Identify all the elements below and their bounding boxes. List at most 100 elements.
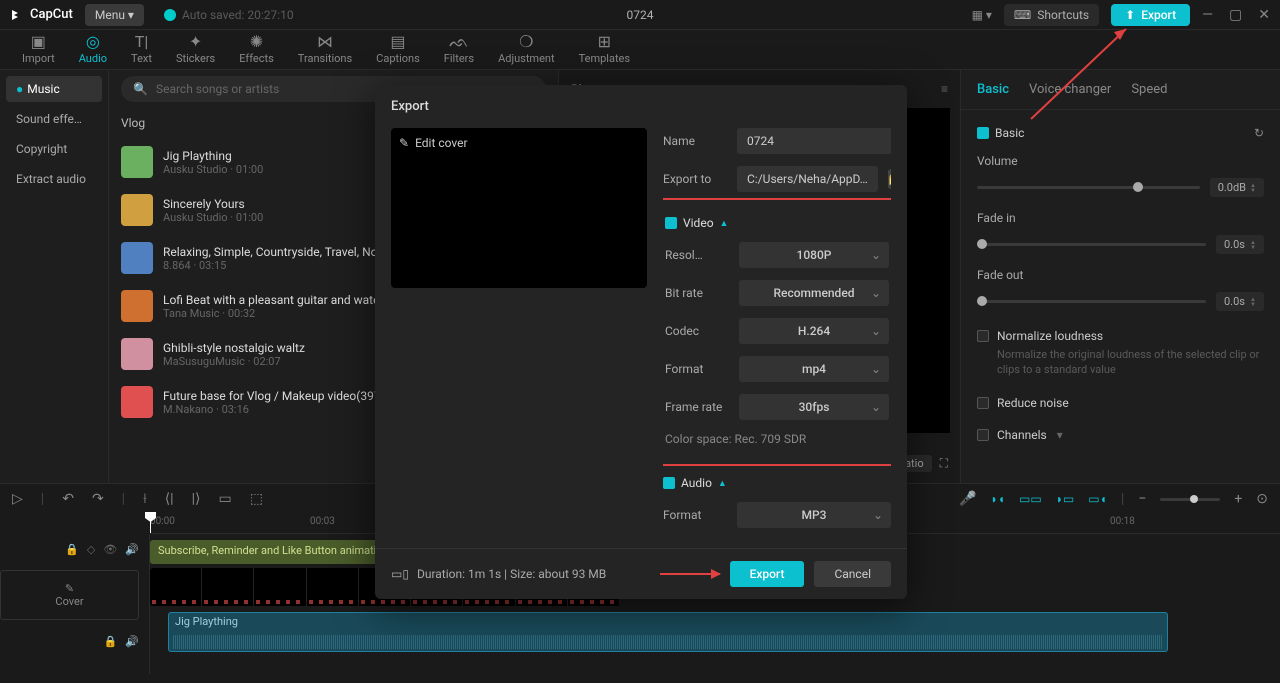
bitrate-dropdown[interactable]: Recommended [739, 280, 889, 306]
sidebar-item-extract-audio[interactable]: Extract audio [6, 166, 102, 192]
framerate-dropdown[interactable]: 30fps [739, 394, 889, 420]
video-settings-highlight: Video ▲ Resol… 1080P Bit rate Recommende… [663, 198, 891, 466]
minimize-icon[interactable]: — [1202, 7, 1213, 23]
sidebar-item-sound-effe-[interactable]: Sound effe… [6, 106, 102, 132]
import-icon: ▣ [31, 34, 46, 50]
speaker-icon[interactable]: 🔊 [125, 543, 139, 556]
chevron-up-icon[interactable]: ▲ [720, 218, 729, 229]
reduce-noise-checkbox[interactable] [977, 397, 989, 409]
fullscreen-icon[interactable]: ⛶ [940, 456, 948, 471]
mute-icon[interactable]: 🔊 [125, 635, 139, 648]
audio-track-controls: 🔒 🔊 [0, 626, 149, 656]
track-icon-2[interactable]: ▭▭ [1019, 492, 1042, 506]
inspector-panel: Basic Voice changer Speed Basic ↻ Volume… [960, 70, 1280, 483]
normalize-checkbox[interactable] [977, 330, 989, 342]
codec-dropdown[interactable]: H.264 [739, 318, 889, 344]
audio-section-label: Audio [681, 476, 712, 490]
export-preview: ✎ Edit cover [391, 128, 647, 288]
fadeout-value[interactable]: 0.0s▲▼ [1216, 292, 1264, 311]
audio-icon: ◎ [86, 34, 100, 50]
audio-checkbox-icon[interactable] [663, 477, 675, 489]
track-icon-1[interactable]: ◗◖ [991, 492, 1006, 506]
undo-icon[interactable]: ↶ [62, 491, 74, 507]
templates-icon: ⊞ [598, 34, 611, 50]
tool-filters[interactable]: ᨒFilters [432, 34, 486, 65]
trim-left-icon[interactable]: ⟨| [165, 491, 174, 507]
split-icon[interactable]: ⟊ [143, 491, 147, 507]
colorspace-info: Color space: Rec. 709 SDR [665, 432, 889, 446]
name-input[interactable] [737, 128, 891, 154]
sidebar-item-music[interactable]: ●Music [6, 76, 102, 102]
dialog-title: Export [375, 85, 907, 128]
folder-icon[interactable]: 📁 [888, 169, 891, 189]
chevron-up-icon[interactable]: ▲ [718, 478, 727, 489]
reset-icon[interactable]: ↻ [1254, 126, 1264, 140]
zoom-out-icon[interactable]: − [1138, 491, 1146, 507]
shortcuts-button[interactable]: ⌨ Shortcuts [1004, 4, 1099, 26]
zoom-fit-icon[interactable]: ⊙ [1256, 491, 1268, 507]
channels-checkbox[interactable] [977, 429, 989, 441]
tool-effects[interactable]: ✺Effects [227, 34, 286, 65]
menu-button[interactable]: Menu ▾ [85, 4, 144, 26]
zoom-slider[interactable] [1160, 498, 1220, 501]
fadein-value[interactable]: 0.0s▲▼ [1216, 235, 1264, 254]
fadeout-slider[interactable] [977, 300, 1206, 303]
chevron-down-icon[interactable]: ▾ [1057, 428, 1063, 442]
mute-icon[interactable]: 👁 [103, 543, 117, 556]
tool-stickers[interactable]: ✦Stickers [164, 34, 227, 65]
track-labels: 🔒 ◇ 👁 🔊 ✎ Cover 🔒 🔊 [0, 534, 150, 674]
basic-checkbox-icon[interactable] [977, 127, 989, 139]
tool-captions[interactable]: ▤Captions [364, 34, 432, 65]
redo-icon[interactable]: ↷ [92, 491, 104, 507]
transitions-icon: ⋈ [317, 34, 333, 50]
crop-icon[interactable]: ⬚ [250, 491, 263, 507]
cancel-button[interactable]: Cancel [814, 561, 891, 587]
layout-icon[interactable]: ▦ ▾ [972, 8, 992, 22]
track-icon-4[interactable]: ▭◖ [1088, 492, 1107, 506]
edit-cover-button[interactable]: ✎ Edit cover [399, 136, 468, 150]
volume-value[interactable]: 0.0dB▲▼ [1210, 178, 1264, 197]
pencil-icon: ✎ [399, 136, 409, 150]
export-dialog: Export ✎ Edit cover Name Export to C:/Us… [375, 85, 907, 599]
upload-icon: ⬆ [1125, 8, 1135, 22]
track-icon-3[interactable]: ◗▭ [1056, 492, 1075, 506]
zoom-in-icon[interactable]: + [1234, 491, 1242, 507]
cover-label[interactable]: ✎ Cover [0, 570, 139, 620]
tool-import[interactable]: ▣Import [10, 34, 67, 65]
volume-slider[interactable] [977, 186, 1200, 189]
sidebar-item-copyright[interactable]: Copyright [6, 136, 102, 162]
tool-adjustment[interactable]: ❍Adjustment [486, 34, 567, 65]
pointer-tool-icon[interactable]: ▷ [12, 491, 23, 507]
lock-icon[interactable]: 🔒 [104, 635, 118, 648]
mic-icon[interactable]: 🎤 [959, 491, 976, 507]
tool-audio[interactable]: ◎Audio [67, 34, 119, 65]
playhead[interactable] [150, 514, 151, 533]
tab-speed[interactable]: Speed [1131, 82, 1167, 97]
music-thumb [121, 386, 153, 418]
export-button-top[interactable]: ⬆ Export [1111, 4, 1190, 26]
format-dropdown[interactable]: mp4 [739, 356, 889, 382]
reduce-noise-label: Reduce noise [997, 396, 1069, 410]
delete-icon[interactable]: ▭ [218, 491, 231, 507]
tab-basic[interactable]: Basic [977, 82, 1009, 97]
trim-right-icon[interactable]: |⟩ [192, 491, 201, 507]
tool-templates[interactable]: ⊞Templates [567, 34, 642, 65]
tool-transitions[interactable]: ⋈Transitions [286, 34, 364, 65]
maximize-icon[interactable]: ▢ [1229, 7, 1242, 23]
audio-clip[interactable]: Jig Plaything [168, 612, 1168, 652]
resolution-dropdown[interactable]: 1080P [739, 242, 889, 268]
channels-label: Channels [997, 428, 1047, 442]
tool-text[interactable]: T|Text [119, 34, 164, 65]
lock-icon[interactable]: 🔒 [65, 543, 79, 556]
tab-voice-changer[interactable]: Voice changer [1029, 82, 1111, 97]
audio-format-dropdown[interactable]: MP3 [737, 502, 891, 528]
stickers-icon: ✦ [189, 34, 202, 50]
export-confirm-button[interactable]: Export [730, 561, 805, 587]
close-icon[interactable]: ✕ [1258, 7, 1270, 23]
video-checkbox-icon[interactable] [665, 217, 677, 229]
duration-label: Duration: 1m 1s | Size: about 93 MB [417, 567, 606, 581]
name-label: Name [663, 134, 727, 148]
visible-icon[interactable]: ◇ [87, 543, 95, 556]
fadein-slider[interactable] [977, 243, 1206, 246]
player-menu-icon[interactable]: ≡ [941, 82, 948, 96]
